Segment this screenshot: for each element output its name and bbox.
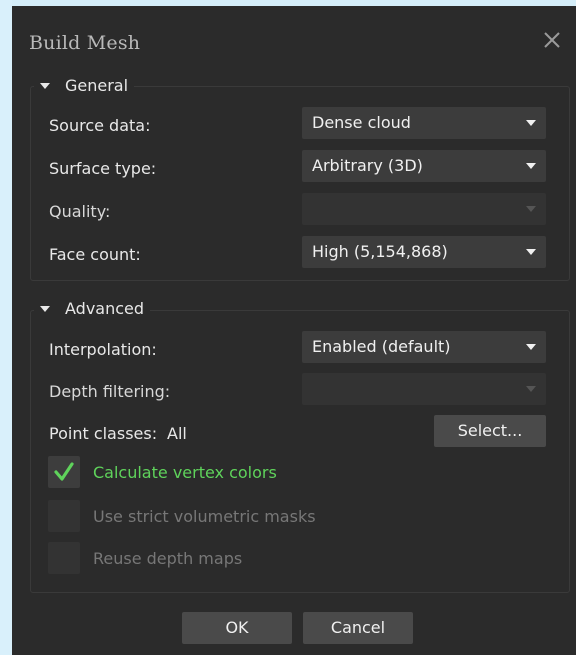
surface-type-dropdown[interactable]: Arbitrary (3D) xyxy=(302,150,546,182)
collapse-triangle-icon xyxy=(40,305,50,312)
checkmark-icon xyxy=(54,462,74,481)
general-group-header[interactable]: General xyxy=(34,76,135,95)
chevron-down-icon xyxy=(526,386,536,392)
interpolation-value: Enabled (default) xyxy=(312,337,451,356)
face-count-dropdown[interactable]: High (5,154,868) xyxy=(302,236,546,268)
quality-label: Quality: xyxy=(49,202,111,221)
face-count-label: Face count: xyxy=(49,245,141,264)
reuse-depth-maps-row: Reuse depth maps xyxy=(48,542,242,574)
source-data-dropdown[interactable]: Dense cloud xyxy=(302,107,546,139)
source-data-value: Dense cloud xyxy=(312,113,411,132)
interpolation-dropdown[interactable]: Enabled (default) xyxy=(302,331,546,363)
advanced-group-header[interactable]: Advanced xyxy=(34,299,151,318)
source-data-label: Source data: xyxy=(49,116,151,135)
calculate-vertex-colors-row[interactable]: Calculate vertex colors xyxy=(48,456,277,488)
calculate-vertex-colors-checkbox[interactable] xyxy=(48,456,80,488)
surface-type-value: Arbitrary (3D) xyxy=(312,156,423,175)
strict-volumetric-masks-label: Use strict volumetric masks xyxy=(93,506,316,526)
point-classes-value: All xyxy=(167,424,187,443)
reuse-depth-maps-checkbox xyxy=(48,542,80,574)
desktop-background xyxy=(0,0,12,655)
general-header-label: General xyxy=(65,76,129,95)
close-icon[interactable] xyxy=(540,30,564,54)
point-classes-label: Point classes: xyxy=(49,424,158,443)
select-point-classes-button[interactable]: Select... xyxy=(434,415,546,447)
depth-filtering-label: Depth filtering: xyxy=(49,382,171,401)
collapse-triangle-icon xyxy=(40,82,50,89)
ok-button[interactable]: OK xyxy=(182,612,292,644)
reuse-depth-maps-label: Reuse depth maps xyxy=(93,548,243,568)
chevron-down-icon xyxy=(526,344,536,350)
dialog-title: Build Mesh xyxy=(29,32,141,54)
calculate-vertex-colors-label: Calculate vertex colors xyxy=(93,462,277,482)
strict-volumetric-masks-row: Use strict volumetric masks xyxy=(48,500,316,532)
face-count-value: High (5,154,868) xyxy=(312,242,448,261)
build-mesh-dialog: Build Mesh General Source data: Dense cl… xyxy=(12,6,576,655)
interpolation-label: Interpolation: xyxy=(49,340,157,359)
cancel-button[interactable]: Cancel xyxy=(303,612,413,644)
chevron-down-icon xyxy=(526,120,536,126)
advanced-header-label: Advanced xyxy=(65,299,145,318)
chevron-down-icon xyxy=(526,206,536,212)
chevron-down-icon xyxy=(526,249,536,255)
surface-type-label: Surface type: xyxy=(49,159,157,178)
strict-volumetric-masks-checkbox xyxy=(48,500,80,532)
chevron-down-icon xyxy=(526,163,536,169)
quality-dropdown xyxy=(302,193,546,225)
depth-filtering-dropdown xyxy=(302,373,546,405)
